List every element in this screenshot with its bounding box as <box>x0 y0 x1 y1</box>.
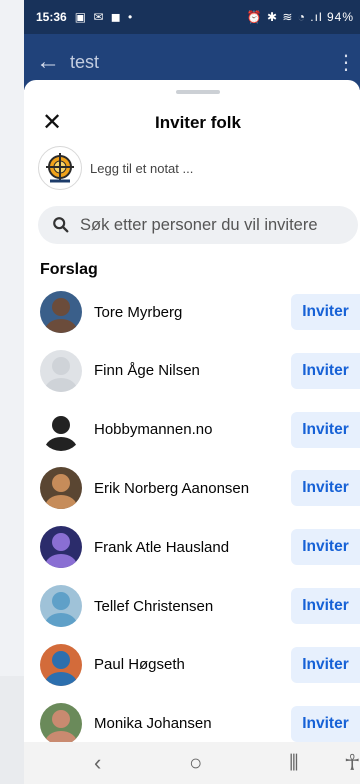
person-name: Frank Atle Hausland <box>94 538 230 556</box>
search-input[interactable]: Søk etter personer du vil invitere <box>38 206 358 244</box>
background-strip-bottom <box>0 676 24 784</box>
app-bar-title: test <box>70 51 100 72</box>
avatar <box>40 291 82 333</box>
invite-bottom-sheet: ✕ Inviter folk Legg til et notat ... Søk… <box>24 80 360 784</box>
avatar <box>40 585 82 627</box>
person-name: Monika Johansen <box>94 715 212 733</box>
avatar <box>40 643 82 686</box>
invite-button[interactable]: Inviter <box>291 294 360 330</box>
person-name: Erik Norberg Aanonsen <box>94 479 250 497</box>
person-name: Tellef Christensen <box>94 597 214 615</box>
status-system-icons: ⏰ ✱ ≋ ◔ .ıl 94% <box>246 10 354 24</box>
nav-home-icon[interactable]: ○ <box>189 750 202 776</box>
invite-button[interactable]: Inviter <box>291 646 360 683</box>
avatar <box>40 526 82 569</box>
person-name: Tore Myrberg <box>94 303 183 321</box>
person-name: Finn Åge Nilsen <box>94 362 200 380</box>
list-item[interactable]: Tore Myrberg Inviter <box>24 283 360 341</box>
invite-button[interactable]: Inviter <box>291 352 360 389</box>
phone-screen: 15:36 ▣ ✉ ◼ • ⏰ ✱ ≋ ◔ .ıl 94% ← test ⋮ ✕… <box>24 0 360 784</box>
add-note-row[interactable]: Legg til et notat ... <box>38 146 358 190</box>
group-avatar <box>38 146 82 190</box>
list-item[interactable]: Hobbymannen.no Inviter <box>24 401 360 459</box>
invite-button[interactable]: Inviter <box>291 470 360 507</box>
sheet-header: ✕ Inviter folk <box>24 108 360 138</box>
list-item[interactable]: Paul Høgseth Inviter <box>24 636 360 694</box>
back-arrow-icon[interactable]: ← <box>36 48 60 76</box>
compass-logo-icon <box>43 151 77 185</box>
invite-button[interactable]: Inviter <box>291 411 360 448</box>
suggestions-heading: Forslag <box>40 261 98 278</box>
search-placeholder: Søk etter personer du vil invitere <box>80 215 318 234</box>
person-name: Hobbymannen.no <box>94 421 213 439</box>
nav-recents-icon[interactable]: ⦀ <box>289 750 299 776</box>
list-item[interactable]: Finn Åge Nilsen Inviter <box>24 342 360 400</box>
add-note-input[interactable]: Legg til et notat ... <box>90 161 193 176</box>
status-notification-icons: ▣ ✉ ◼ • <box>74 10 135 24</box>
drag-handle[interactable] <box>176 90 220 94</box>
status-bar: 15:36 ▣ ✉ ◼ • ⏰ ✱ ≋ ◔ .ıl 94% <box>24 0 360 34</box>
avatar <box>40 349 82 392</box>
accessibility-icon[interactable]: ☥ <box>344 750 360 776</box>
invite-button[interactable]: Inviter <box>291 529 360 566</box>
background-strip <box>0 0 24 784</box>
avatar <box>40 408 82 451</box>
person-name: Paul Høgseth <box>94 656 185 674</box>
invite-button[interactable]: Inviter <box>291 705 360 742</box>
more-options-icon[interactable]: ⋮ <box>336 50 356 75</box>
sheet-title: Inviter folk <box>155 113 241 132</box>
nav-back-icon[interactable]: ‹ <box>94 750 101 776</box>
avatar <box>40 702 82 745</box>
status-time: 15:36 <box>36 10 67 24</box>
invite-button[interactable]: Inviter <box>291 588 360 624</box>
avatar <box>40 467 82 510</box>
android-nav-bar: ‹ ○ ⦀ ☥ <box>24 742 360 784</box>
list-item[interactable]: Tellef Christensen Inviter <box>24 577 360 635</box>
list-item[interactable]: Erik Norberg Aanonsen Inviter <box>24 459 360 517</box>
list-item[interactable]: Frank Atle Hausland Inviter <box>24 518 360 576</box>
search-icon <box>53 217 69 233</box>
